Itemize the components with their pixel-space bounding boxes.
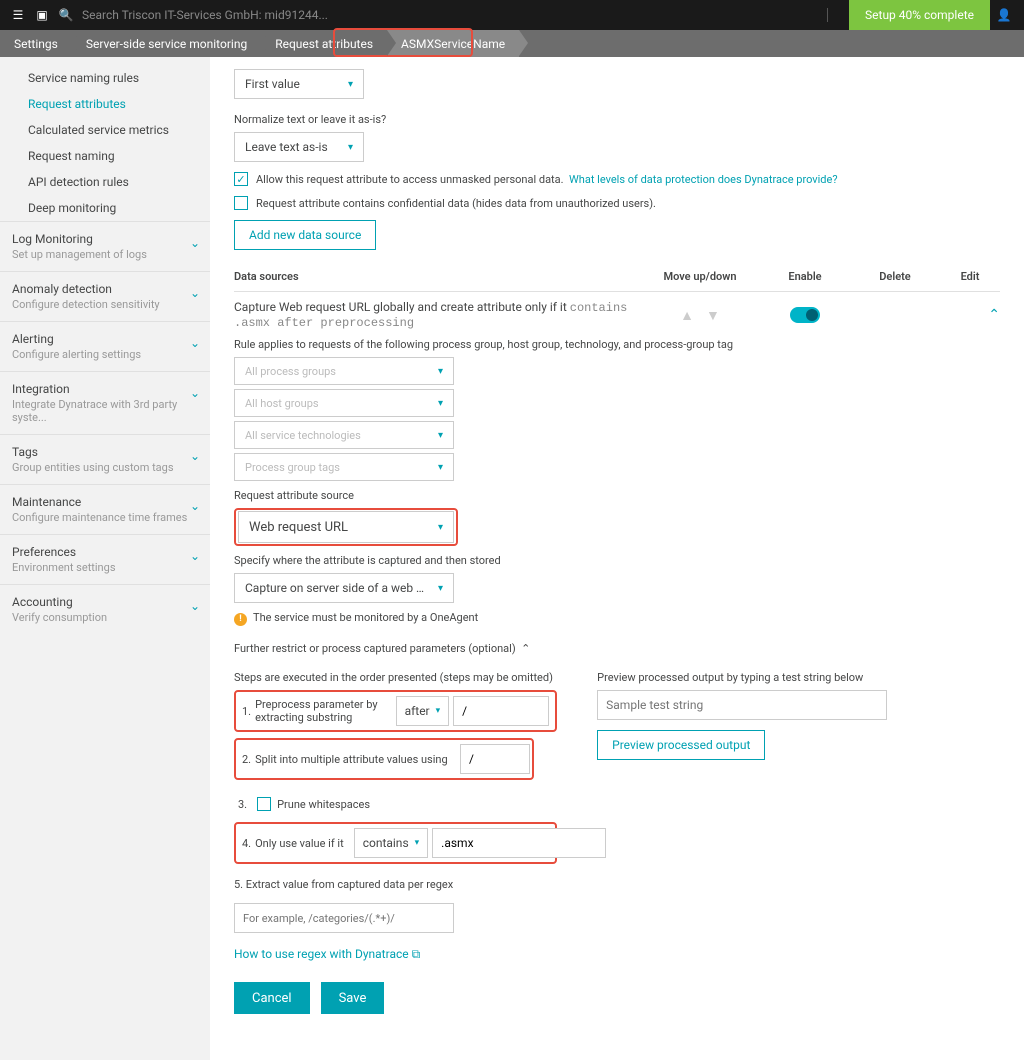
main-content: First value▾ Normalize text or leave it … xyxy=(210,57,1024,1060)
menu-icon[interactable]: ☰ xyxy=(6,3,30,27)
protection-link[interactable]: What levels of data protection does Dyna… xyxy=(569,173,838,186)
allow-personal-checkbox[interactable] xyxy=(234,172,248,186)
sidebar-item-request-naming[interactable]: Request naming xyxy=(0,143,210,169)
crumb-current[interactable]: ASMXServiceName xyxy=(387,30,519,57)
chevron-down-icon: ⌄ xyxy=(190,549,200,563)
crumb-settings[interactable]: Settings xyxy=(0,30,72,57)
move-up-icon[interactable]: ▲ xyxy=(680,308,694,324)
sidebar-item-naming[interactable]: Service naming rules xyxy=(0,65,210,91)
preview-label: Preview processed output by typing a tes… xyxy=(597,671,1000,684)
scope-label: Rule applies to requests of the followin… xyxy=(234,338,1000,351)
steps-intro: Steps are executed in the order presente… xyxy=(234,671,557,684)
sidebar-item-api-detection[interactable]: API detection rules xyxy=(0,169,210,195)
chevron-down-icon: ⌄ xyxy=(190,286,200,300)
step1-select[interactable]: after▾ xyxy=(396,696,450,726)
add-data-source-button[interactable]: Add new data source xyxy=(234,220,376,250)
regex-help-link[interactable]: How to use regex with Dynatrace ⧉ xyxy=(234,947,420,961)
chevron-down-icon: ⌄ xyxy=(190,236,200,250)
step2-label: Split into multiple attribute values usi… xyxy=(255,753,456,766)
step5-label: 5. Extract value from captured data per … xyxy=(234,878,557,891)
data-sources-header: Data sources Move up/down Enable Delete … xyxy=(234,262,1000,292)
move-down-icon[interactable]: ▼ xyxy=(706,308,720,324)
breadcrumb: Settings Server-side service monitoring … xyxy=(0,30,1024,57)
sidebar-group[interactable]: Anomaly detectionConfigure detection sen… xyxy=(0,271,210,321)
sidebar-group[interactable]: TagsGroup entities using custom tags⌄ xyxy=(0,434,210,484)
collapse-icon[interactable]: ⌃ xyxy=(988,307,1000,323)
chevron-down-icon: ⌄ xyxy=(190,449,200,463)
sidebar-group[interactable]: Log MonitoringSet up management of logs⌄ xyxy=(0,221,210,271)
allow-personal-label: Allow this request attribute to access u… xyxy=(256,173,564,186)
sidebar-group[interactable]: MaintenanceConfigure maintenance time fr… xyxy=(0,484,210,534)
chevron-down-icon: ⌄ xyxy=(190,336,200,350)
search-input[interactable]: Search Triscon IT-Services GmbH: mid9124… xyxy=(82,8,827,22)
chevron-down-icon: ⌄ xyxy=(190,499,200,513)
sidebar-group[interactable]: AlertingConfigure alerting settings⌄ xyxy=(0,321,210,371)
sidebar-item-deep-monitoring[interactable]: Deep monitoring xyxy=(0,195,210,221)
sidebar: Service naming rules Request attributes … xyxy=(0,57,210,1060)
sidebar-group[interactable]: IntegrationIntegrate Dynatrace with 3rd … xyxy=(0,371,210,434)
source-select[interactable]: Web request URL▾ xyxy=(238,511,454,543)
sidebar-item-request-attributes[interactable]: Request attributes xyxy=(0,91,210,117)
chevron-down-icon: ⌄ xyxy=(190,599,200,613)
rule-row: Capture Web request URL globally and cre… xyxy=(234,292,1000,1022)
dashboard-icon[interactable]: ▣ xyxy=(30,3,54,27)
user-icon[interactable]: 👤 xyxy=(990,0,1018,30)
technologies-select[interactable]: All service technologies▾ xyxy=(234,421,454,449)
dropdown-icon[interactable] xyxy=(827,8,841,22)
chevron-down-icon: ▾ xyxy=(348,142,353,153)
step2-input[interactable] xyxy=(460,744,530,774)
capture-select[interactable]: Capture on server side of a web reque...… xyxy=(234,573,454,603)
confidential-checkbox[interactable] xyxy=(234,196,248,210)
step4-label: Only use value if it xyxy=(255,837,344,850)
info-icon: ! xyxy=(234,613,247,626)
top-bar: ☰ ▣ 🔍 Search Triscon IT-Services GmbH: m… xyxy=(0,0,1024,30)
host-groups-select[interactable]: All host groups▾ xyxy=(234,389,454,417)
enable-toggle[interactable] xyxy=(790,307,820,323)
crumb-req-attr[interactable]: Request attributes xyxy=(261,30,387,57)
save-button[interactable]: Save xyxy=(321,982,385,1014)
process-groups-select[interactable]: All process groups▾ xyxy=(234,357,454,385)
step4-input[interactable] xyxy=(432,828,606,858)
regex-input[interactable] xyxy=(234,903,454,933)
search-icon[interactable]: 🔍 xyxy=(54,3,78,27)
preview-button[interactable]: Preview processed output xyxy=(597,730,765,760)
pg-tags-select[interactable]: Process group tags▾ xyxy=(234,453,454,481)
normalize-label: Normalize text or leave it as-is? xyxy=(234,113,1000,126)
step1-input[interactable] xyxy=(453,696,549,726)
sidebar-item-calc-metrics[interactable]: Calculated service metrics xyxy=(0,117,210,143)
sidebar-group[interactable]: PreferencesEnvironment settings⌄ xyxy=(0,534,210,584)
preview-input[interactable] xyxy=(597,690,887,720)
source-label: Request attribute source xyxy=(234,489,1000,502)
step4-select[interactable]: contains▾ xyxy=(354,828,428,858)
rule-text: Capture Web request URL globally and cre… xyxy=(234,300,570,314)
chevron-down-icon: ⌄ xyxy=(190,386,200,400)
step3-checkbox[interactable] xyxy=(257,797,271,811)
chevron-down-icon: ▾ xyxy=(348,79,353,90)
capture-label: Specify where the attribute is captured … xyxy=(234,554,1000,567)
restrict-label: Further restrict or process captured par… xyxy=(234,642,516,655)
cancel-button[interactable]: Cancel xyxy=(234,982,310,1014)
setup-progress[interactable]: Setup 40% complete xyxy=(849,0,990,30)
sidebar-group[interactable]: AccountingVerify consumption⌄ xyxy=(0,584,210,634)
aggregation-select[interactable]: First value▾ xyxy=(234,69,364,99)
external-link-icon: ⧉ xyxy=(412,947,421,961)
step3-label: Prune whitespaces xyxy=(277,798,553,811)
step1-label: Preprocess parameter by extracting subst… xyxy=(255,698,391,724)
confidential-label: Request attribute contains confidential … xyxy=(256,197,656,210)
normalize-select[interactable]: Leave text as-is▾ xyxy=(234,132,364,162)
capture-info: The service must be monitored by a OneAg… xyxy=(253,611,478,624)
collapse-restrict-icon[interactable]: ⌃ xyxy=(521,642,530,655)
crumb-ssm[interactable]: Server-side service monitoring xyxy=(72,30,261,57)
